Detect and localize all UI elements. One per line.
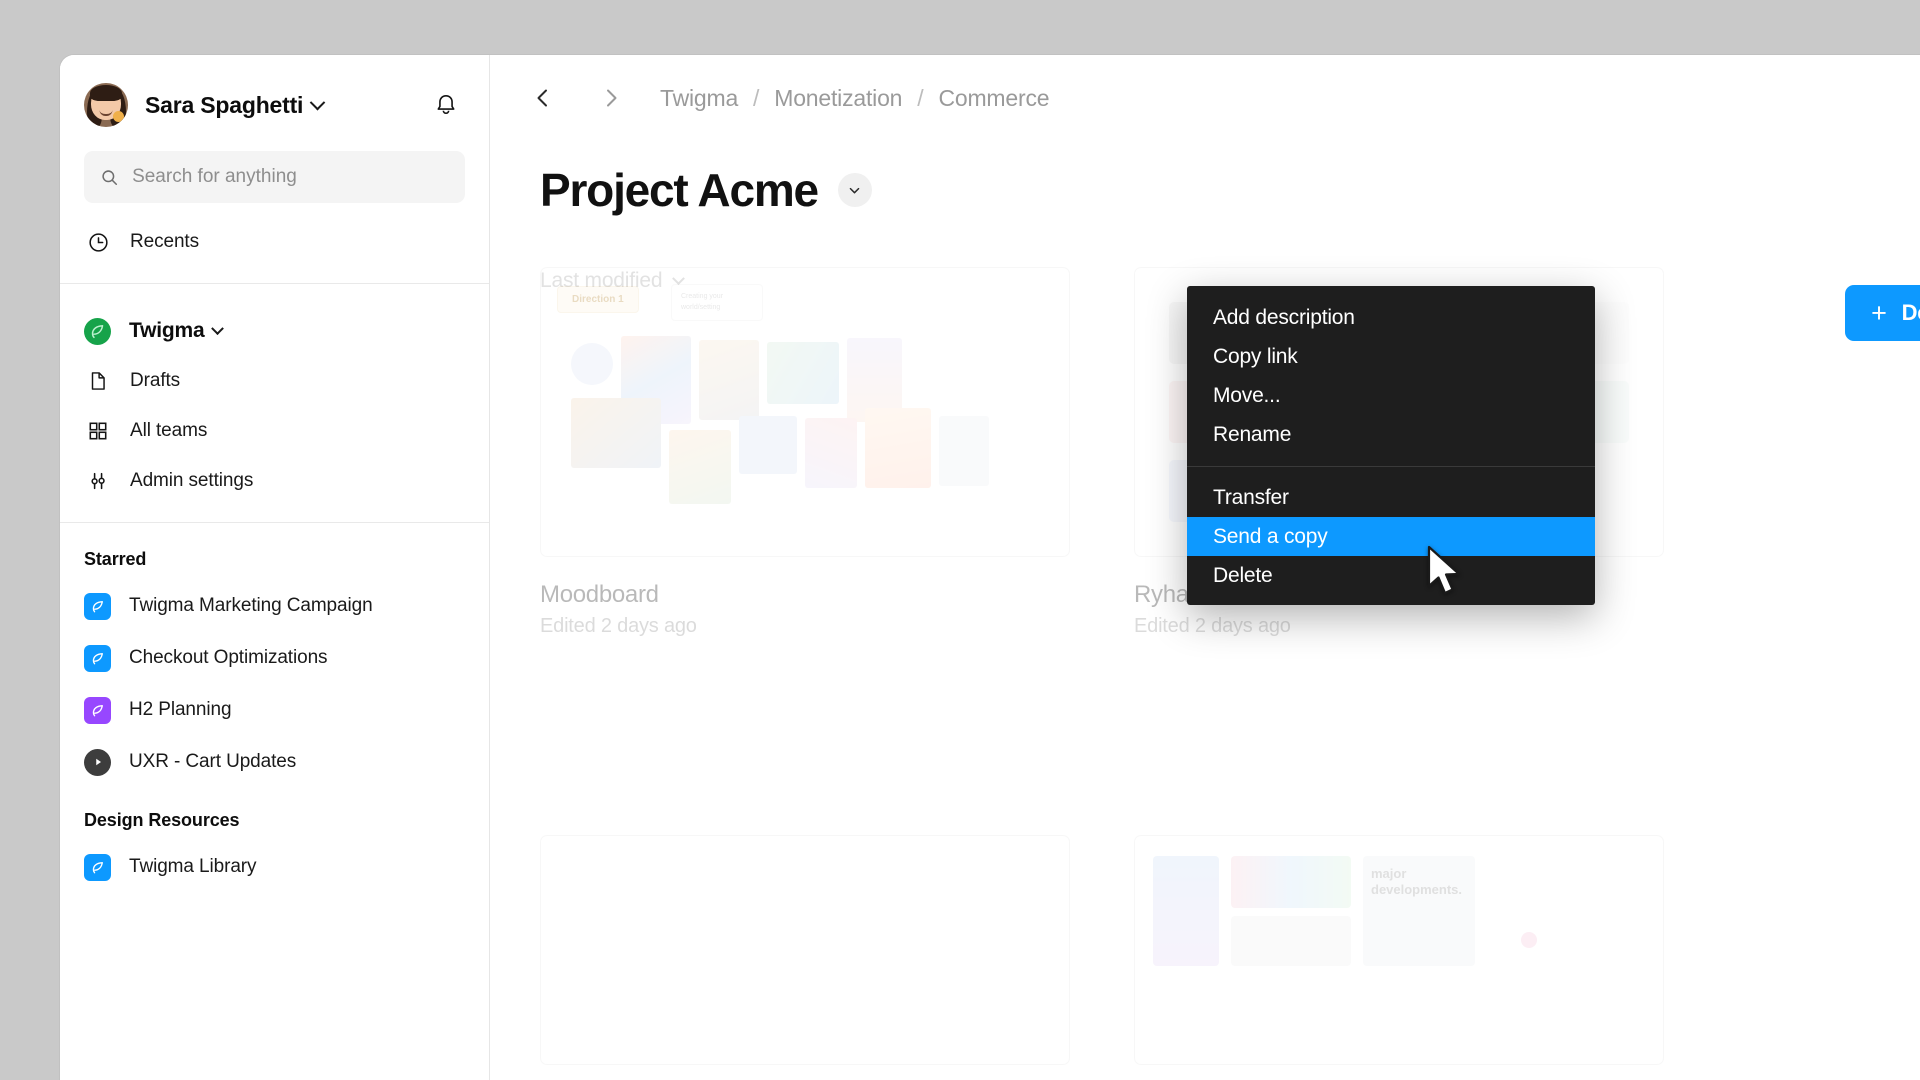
list-item-label: UXR - Cart Updates xyxy=(129,751,297,772)
twigma-file-icon xyxy=(84,696,111,724)
twigma-logo-icon xyxy=(84,317,111,345)
file-card-meta: Edited 2 days ago xyxy=(1134,615,1291,637)
file-icon xyxy=(84,370,112,392)
list-item[interactable]: Twigma Marketing Campaign xyxy=(60,580,489,632)
sidebar-item-drafts[interactable]: Drafts xyxy=(60,356,489,406)
file-card[interactable]: Direction 1 Creating your world/setting xyxy=(540,267,1070,638)
grid-icon xyxy=(84,420,112,442)
breadcrumb-item-0[interactable]: Twigma xyxy=(660,85,738,112)
main-content: Twigma / Monetization / Commerce Project… xyxy=(490,55,1920,1080)
chevron-right-icon xyxy=(607,89,617,107)
chevron-down-icon xyxy=(309,94,326,110)
sidebar-item-recents[interactable]: Recents xyxy=(60,217,489,267)
list-item-label: Checkout Optimizations xyxy=(129,647,328,668)
back-button[interactable] xyxy=(520,75,566,121)
search-input[interactable] xyxy=(132,166,449,188)
twigma-file-icon xyxy=(84,644,111,672)
clock-icon xyxy=(84,231,112,254)
breadcrumb-item-2[interactable]: Commerce xyxy=(938,85,1049,112)
chevron-down-icon xyxy=(672,271,686,285)
menu-item-rename[interactable]: Rename xyxy=(1187,415,1595,454)
file-card-meta: Edited 2 days ago xyxy=(540,615,697,637)
design-file-button[interactable]: + Design f xyxy=(1845,285,1920,341)
sliders-icon xyxy=(84,470,112,492)
twigma-file-icon xyxy=(84,592,111,620)
sort-label: Last modified xyxy=(540,269,663,292)
top-bar: Twigma / Monetization / Commerce xyxy=(490,55,1920,141)
chevron-down-icon xyxy=(211,321,225,335)
menu-divider xyxy=(1187,466,1595,467)
breadcrumb-separator: / xyxy=(917,84,924,111)
forward-button[interactable] xyxy=(588,75,634,121)
sidebar-item-label: All teams xyxy=(130,420,208,441)
avatar[interactable] xyxy=(84,83,128,127)
file-thumbnail: major developments. xyxy=(1134,835,1664,1065)
sidebar-divider-2 xyxy=(60,522,489,523)
screen: Sara Spaghetti Search for anything Recen… xyxy=(0,0,1920,1080)
page-title: Project Acme xyxy=(540,164,819,216)
sidebar-item-admin-settings[interactable]: Admin settings xyxy=(60,456,489,506)
sidebar: Sara Spaghetti Search for anything Recen… xyxy=(60,55,490,1080)
sidebar-item-label: Drafts xyxy=(130,370,181,391)
menu-item-transfer[interactable]: Transfer xyxy=(1187,478,1595,517)
context-menu[interactable]: Add description Copy link Move... Rename… xyxy=(1187,286,1595,605)
sidebar-item-label: Admin settings xyxy=(130,470,254,491)
design-file-label: Design f xyxy=(1901,300,1920,325)
file-thumbnail xyxy=(540,835,1070,1065)
sidebar-item-label: Recents xyxy=(130,231,200,252)
menu-item-delete[interactable]: Delete xyxy=(1187,556,1595,595)
plus-icon: + xyxy=(1871,297,1887,328)
bell-icon xyxy=(437,94,455,115)
section-title-starred: Starred xyxy=(84,549,147,569)
sidebar-divider-1 xyxy=(60,283,489,284)
project-menu-button[interactable] xyxy=(837,173,872,207)
title-row: Project Acme + Design f xyxy=(490,163,1920,341)
sidebar-item-all-teams[interactable]: All teams xyxy=(60,406,489,456)
list-item[interactable]: H2 Planning xyxy=(60,684,489,736)
notifications-button[interactable] xyxy=(429,88,463,122)
app-window: Sara Spaghetti Search for anything Recen… xyxy=(60,55,1920,1080)
menu-item-send-a-copy[interactable]: Send a copy xyxy=(1187,517,1595,556)
list-item-label: Twigma Library xyxy=(129,856,257,877)
breadcrumb-separator: / xyxy=(753,84,760,111)
team-switcher[interactable]: Twigma xyxy=(60,306,489,356)
menu-item-add-description[interactable]: Add description xyxy=(1187,298,1595,337)
list-item[interactable]: Checkout Optimizations xyxy=(60,632,489,684)
file-card-name: Moodboard xyxy=(540,581,659,608)
user-name: Sara Spaghetti xyxy=(145,91,304,118)
breadcrumb: Twigma / Monetization / Commerce xyxy=(660,84,1050,112)
user-menu[interactable]: Sara Spaghetti xyxy=(60,77,489,133)
team-name: Twigma xyxy=(129,319,205,342)
file-grid-row-2: major developments. xyxy=(540,835,1920,1065)
list-item[interactable]: UXR - Cart Updates xyxy=(60,736,489,788)
search-box[interactable] xyxy=(84,151,465,203)
chevron-left-icon xyxy=(537,89,547,107)
play-icon xyxy=(84,748,111,776)
file-thumbnail: Direction 1 Creating your world/setting xyxy=(540,267,1070,557)
section-title-design-resources: Design Resources xyxy=(84,810,240,830)
list-item-label: Twigma Marketing Campaign xyxy=(129,595,373,616)
twigma-file-icon xyxy=(84,853,111,881)
list-item[interactable]: Twigma Library xyxy=(60,841,489,893)
breadcrumb-item-1[interactable]: Monetization xyxy=(774,85,902,112)
list-item-label: H2 Planning xyxy=(129,699,232,720)
search-icon xyxy=(102,169,118,185)
menu-item-copy-link[interactable]: Copy link xyxy=(1187,337,1595,376)
chevron-down-icon xyxy=(850,187,860,193)
menu-item-move[interactable]: Move... xyxy=(1187,376,1595,415)
